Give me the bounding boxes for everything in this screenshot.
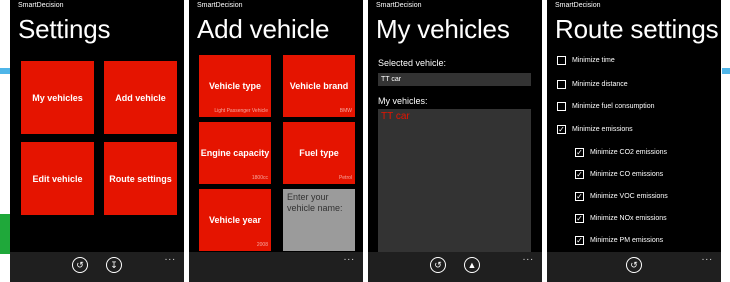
more-menu-button[interactable]: ... — [523, 252, 534, 263]
settings-screen: SmartDecision Settings My vehicles Add v… — [10, 0, 184, 282]
page-title: Route settings — [555, 14, 719, 44]
vehicle-name-input[interactable]: Enter your vehicle name: — [283, 189, 355, 251]
checkbox-label: Minimize VOC emissions — [590, 193, 668, 200]
minimize-distance-checkbox[interactable]: Minimize distance — [557, 80, 628, 89]
fuel-type-tile[interactable]: Fuel type Petrol — [283, 122, 355, 184]
tile-value: 2008 — [256, 242, 268, 248]
check-icon: ✓ — [557, 124, 566, 134]
checkbox-label: Minimize CO2 emissions — [590, 149, 668, 156]
minimize-fuel-checkbox[interactable]: Minimize fuel consumption — [557, 102, 654, 111]
tile-label: Vehicle type — [208, 81, 262, 91]
checkbox-label: Minimize NOx emissions — [590, 215, 667, 222]
check-icon: ✓ — [575, 147, 584, 157]
checkbox-label: Minimize distance — [572, 81, 628, 88]
selected-vehicle-field[interactable]: TT car — [378, 73, 531, 86]
edit-vehicle-tile[interactable]: Edit vehicle — [21, 142, 94, 215]
route-settings-tile[interactable]: Route settings — [104, 142, 177, 215]
background-arrow-left — [0, 68, 10, 74]
tile-label: Route settings — [109, 173, 172, 184]
selected-vehicle-label: Selected vehicle: — [378, 58, 447, 68]
check-icon: ✓ — [575, 191, 584, 201]
add-vehicle-tile[interactable]: Add vehicle — [104, 61, 177, 134]
back-icon[interactable]: ↺ — [626, 257, 642, 273]
page-title: Settings — [18, 14, 111, 44]
vehicle-list[interactable]: TT car — [378, 109, 531, 255]
add-vehicle-screen: SmartDecision Add vehicle Vehicle type L… — [189, 0, 363, 282]
checkbox-label: Minimize CO emissions — [590, 171, 664, 178]
tile-value: Petrol — [338, 175, 352, 181]
my-vehicles-tile[interactable]: My vehicles — [21, 61, 94, 134]
my-vehicles-label: My vehicles: — [378, 96, 428, 106]
page-title: My vehicles — [376, 14, 510, 44]
route-settings-screen: SmartDecision Route settings Minimize ti… — [547, 0, 721, 282]
app-bar: ↺ ↧ ... — [10, 252, 184, 282]
tile-value: 1800cc — [251, 175, 268, 181]
app-name: SmartDecision — [197, 2, 243, 9]
app-name: SmartDecision — [376, 2, 422, 9]
check-icon: ✓ — [575, 213, 584, 223]
check-icon: ✓ — [575, 235, 584, 245]
more-menu-button[interactable]: ... — [344, 252, 355, 263]
tile-label: Engine capacity — [200, 148, 270, 158]
tile-label: Add vehicle — [115, 92, 166, 103]
app-name: SmartDecision — [18, 2, 64, 9]
tile-value: BMW — [339, 108, 352, 114]
app-bar: ... — [189, 252, 363, 282]
minimize-emissions-checkbox[interactable]: ✓ Minimize emissions — [557, 125, 633, 134]
minimize-co-checkbox[interactable]: ✓ Minimize CO emissions — [575, 170, 663, 179]
back-icon[interactable]: ↺ — [72, 257, 88, 273]
minimize-co2-checkbox[interactable]: ✓ Minimize CO2 emissions — [575, 148, 667, 157]
background-green-block — [0, 214, 10, 254]
tile-value: Light Passenger Vehicle — [214, 108, 268, 114]
minimize-time-checkbox[interactable]: Minimize time — [557, 56, 615, 65]
minimize-nox-checkbox[interactable]: ✓ Minimize NOx emissions — [575, 214, 667, 223]
vehicle-brand-tile[interactable]: Vehicle brand BMW — [283, 55, 355, 117]
engine-capacity-tile[interactable]: Engine capacity 1800cc — [199, 122, 271, 184]
checkbox-box — [557, 102, 566, 111]
checkbox-label: Minimize time — [572, 57, 615, 64]
tile-label: My vehicles — [32, 92, 83, 103]
vehicle-year-tile[interactable]: Vehicle year 2008 — [199, 189, 271, 251]
tile-label: Fuel type — [299, 148, 339, 158]
app-name: SmartDecision — [555, 2, 601, 9]
minimize-pm-checkbox[interactable]: ✓ Minimize PM emissions — [575, 236, 663, 245]
more-menu-button[interactable]: ... — [702, 252, 713, 263]
checkbox-box — [557, 80, 566, 89]
checkbox-box — [557, 56, 566, 65]
checkbox-label: Minimize fuel consumption — [572, 103, 655, 110]
minimize-voc-checkbox[interactable]: ✓ Minimize VOC emissions — [575, 192, 668, 201]
more-menu-button[interactable]: ... — [165, 252, 176, 263]
list-item[interactable]: TT car — [381, 111, 410, 122]
page-title: Add vehicle — [197, 14, 330, 44]
back-icon[interactable]: ↺ — [430, 257, 446, 273]
download-icon[interactable]: ↧ — [106, 257, 122, 273]
check-icon: ✓ — [575, 169, 584, 179]
app-bar: ↺ ▲ ... — [368, 252, 542, 282]
checkbox-label: Minimize emissions — [572, 126, 633, 133]
vehicle-type-tile[interactable]: Vehicle type Light Passenger Vehicle — [199, 55, 271, 117]
tile-label: Edit vehicle — [32, 173, 83, 184]
background-arrow-right — [722, 68, 730, 74]
brush-icon[interactable]: ▲ — [464, 257, 480, 273]
checkbox-label: Minimize PM emissions — [590, 237, 664, 244]
my-vehicles-screen: SmartDecision My vehicles Selected vehic… — [368, 0, 542, 282]
app-bar: ↺ ... — [547, 252, 721, 282]
tile-label: Vehicle year — [208, 215, 262, 225]
tile-label: Vehicle brand — [289, 81, 349, 91]
